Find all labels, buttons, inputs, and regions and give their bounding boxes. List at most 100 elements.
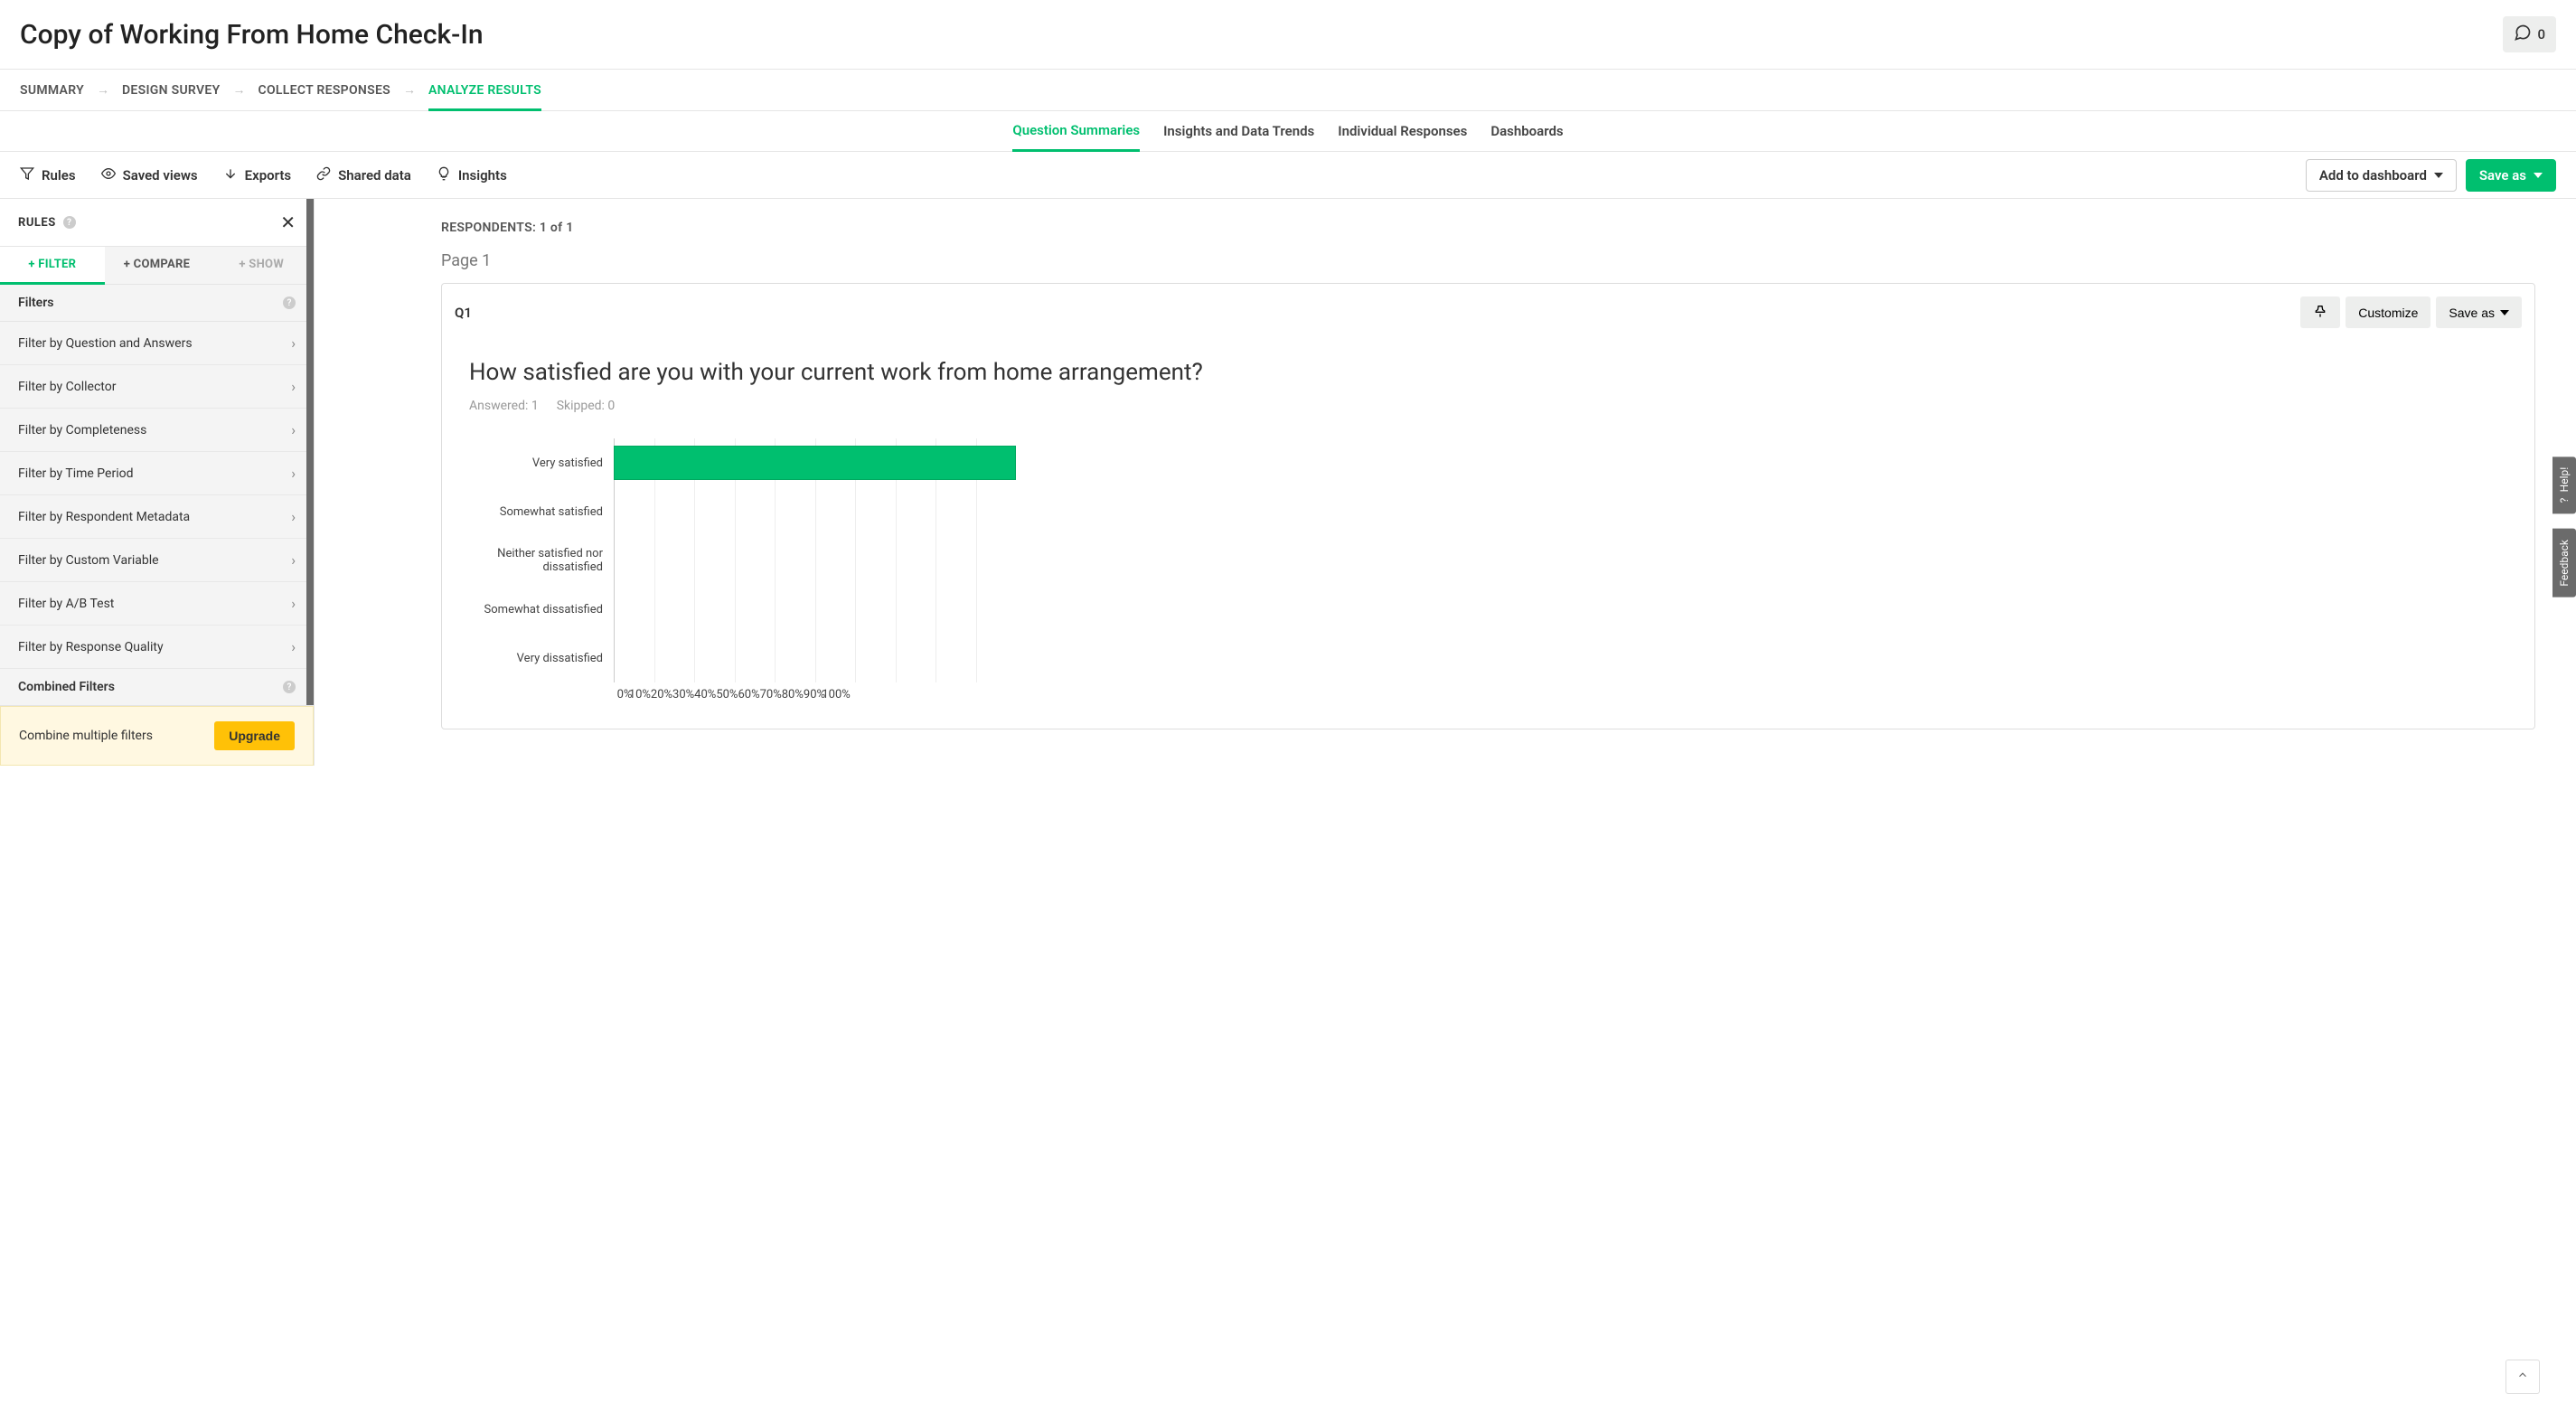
- chart-bar-row: [614, 634, 1016, 682]
- chart-xtick: 80%: [782, 688, 804, 701]
- sidebar-tab-compare[interactable]: + COMPARE: [105, 247, 210, 284]
- filter-row[interactable]: Filter by Time Period›: [0, 452, 314, 495]
- exports-label: Exports: [245, 167, 292, 184]
- chart-ylabel: Somewhat dissatisfied: [469, 585, 603, 634]
- tab-insights-trends[interactable]: Insights and Data Trends: [1163, 112, 1314, 150]
- chart-xtick: 70%: [760, 688, 782, 701]
- insights-label: Insights: [458, 167, 507, 184]
- chart-bar-row: [614, 487, 1016, 536]
- rules-title: RULES: [18, 216, 56, 230]
- nav-step-analyze[interactable]: ANALYZE RESULTS: [428, 70, 541, 111]
- page-title: Copy of Working From Home Check-In: [20, 19, 484, 51]
- question-save-as-button[interactable]: Save as: [2436, 296, 2522, 328]
- link-icon: [316, 166, 331, 184]
- comments-button[interactable]: 0: [2503, 16, 2556, 52]
- caret-down-icon: [2500, 310, 2509, 315]
- rules-sidebar: RULES ? ✕ + FILTER + COMPARE + SHOW Filt…: [0, 199, 315, 766]
- filter-icon: [20, 166, 34, 184]
- question-card: Q1 Customize Save as How satisfied are y…: [441, 283, 2535, 729]
- eye-icon: [101, 166, 116, 184]
- chevron-right-icon: ›: [291, 551, 296, 569]
- filter-row-label: Filter by Question and Answers: [18, 336, 193, 351]
- chevron-right-icon: →: [403, 82, 416, 98]
- saved-views-tool[interactable]: Saved views: [101, 166, 198, 184]
- help-tab[interactable]: ? Help!: [2552, 456, 2576, 513]
- save-as-button[interactable]: Save as: [2466, 159, 2556, 192]
- pin-icon: [2313, 304, 2327, 321]
- chart-xtick: 50%: [716, 688, 738, 701]
- filter-row[interactable]: Filter by Response Quality ›: [0, 626, 314, 669]
- filter-row[interactable]: Filter by Question and Answers ›: [0, 322, 314, 365]
- customize-button[interactable]: Customize: [2346, 296, 2430, 328]
- page-label: Page 1: [441, 251, 2535, 270]
- filter-row-label: Filter by Custom Variable: [18, 553, 159, 568]
- filter-row-label: Filter by Time Period: [18, 466, 134, 481]
- filter-row[interactable]: Filter by Collector›: [0, 365, 314, 409]
- sidebar-tab-filter[interactable]: + FILTER: [0, 247, 105, 285]
- filter-row-label: Filter by A/B Test: [18, 597, 114, 611]
- chart-bar: [614, 446, 1016, 480]
- filter-row[interactable]: Filter by Completeness ›: [0, 409, 314, 452]
- respondents-label: RESPONDENTS:: [441, 221, 536, 235]
- shared-data-label: Shared data: [338, 167, 411, 184]
- bulb-icon: [437, 166, 451, 184]
- answered-count: Answered: 1: [469, 399, 539, 413]
- question-id: Q1: [455, 305, 472, 321]
- sub-nav: Question Summaries Insights and Data Tre…: [0, 111, 2576, 152]
- rules-label: Rules: [42, 167, 76, 184]
- scroll-top-button[interactable]: [2505, 1360, 2540, 1394]
- filter-row[interactable]: Filter by Respondent Metadata ›: [0, 495, 314, 539]
- upgrade-button[interactable]: Upgrade: [214, 721, 295, 750]
- download-icon: [223, 166, 238, 184]
- filter-row-label: Filter by Collector: [18, 380, 116, 394]
- comment-count: 0: [2537, 26, 2545, 42]
- nav-step-summary[interactable]: SUMMARY: [20, 83, 84, 98]
- help-dot-icon: ?: [2558, 498, 2571, 503]
- tab-individual[interactable]: Individual Responses: [1338, 112, 1467, 150]
- nav-step-collect[interactable]: COLLECT RESPONSES: [259, 83, 391, 98]
- filter-row-label: Filter by Respondent Metadata: [18, 510, 190, 524]
- insights-tool[interactable]: Insights: [437, 166, 507, 184]
- filter-row-label: Filter by Response Quality: [18, 640, 164, 654]
- add-to-dashboard-button[interactable]: Add to dashboard: [2306, 159, 2457, 192]
- chevron-up-icon: [2516, 1369, 2529, 1385]
- chart-bar-row: [614, 536, 1016, 585]
- chart-ylabel: Somewhat satisfied: [469, 487, 603, 536]
- add-dashboard-label: Add to dashboard: [2319, 167, 2427, 184]
- help-tab-label: Help!: [2558, 467, 2571, 493]
- chevron-right-icon: →: [97, 82, 109, 98]
- feedback-tab[interactable]: Feedback: [2552, 529, 2576, 598]
- comment-icon: [2514, 24, 2532, 45]
- filters-group-title: Filters: [18, 296, 53, 310]
- tab-question-summaries[interactable]: Question Summaries: [1012, 111, 1140, 152]
- nav-step-design[interactable]: DESIGN SURVEY: [122, 83, 221, 98]
- chevron-right-icon: ›: [291, 508, 296, 525]
- chart-xtick: 40%: [694, 688, 716, 701]
- combine-filters-label: Combine multiple filters: [19, 729, 153, 743]
- chart-xtick: 100%: [822, 688, 850, 701]
- question-text: How satisfied are you with your current …: [469, 359, 2507, 386]
- chevron-right-icon: ›: [291, 638, 296, 655]
- filter-row[interactable]: Filter by A/B Test›: [0, 582, 314, 626]
- help-icon[interactable]: ?: [63, 216, 76, 229]
- chart-ylabel: Neither satisfied nor dissatisfied: [469, 536, 603, 585]
- rules-tool[interactable]: Rules: [20, 166, 76, 184]
- chart-bar-row: [614, 585, 1016, 634]
- sidebar-tab-show[interactable]: + SHOW: [209, 247, 314, 284]
- chevron-right-icon: ›: [291, 421, 296, 438]
- tab-dashboards[interactable]: Dashboards: [1490, 112, 1563, 150]
- help-icon[interactable]: ?: [283, 681, 296, 693]
- chevron-right-icon: →: [233, 82, 246, 98]
- chevron-right-icon: ›: [291, 334, 296, 352]
- chart-ylabel: Very satisfied: [469, 438, 603, 487]
- shared-data-tool[interactable]: Shared data: [316, 166, 411, 184]
- close-icon[interactable]: ✕: [280, 212, 296, 233]
- pin-button[interactable]: [2300, 296, 2340, 328]
- save-as-label: Save as: [2449, 306, 2495, 320]
- exports-tool[interactable]: Exports: [223, 166, 292, 184]
- help-icon[interactable]: ?: [283, 296, 296, 309]
- filter-row[interactable]: Filter by Custom Variable ›: [0, 539, 314, 582]
- combined-group-title: Combined Filters: [18, 680, 115, 694]
- filter-row-label: Filter by Completeness: [18, 423, 146, 438]
- chart-bar-row: [614, 438, 1016, 487]
